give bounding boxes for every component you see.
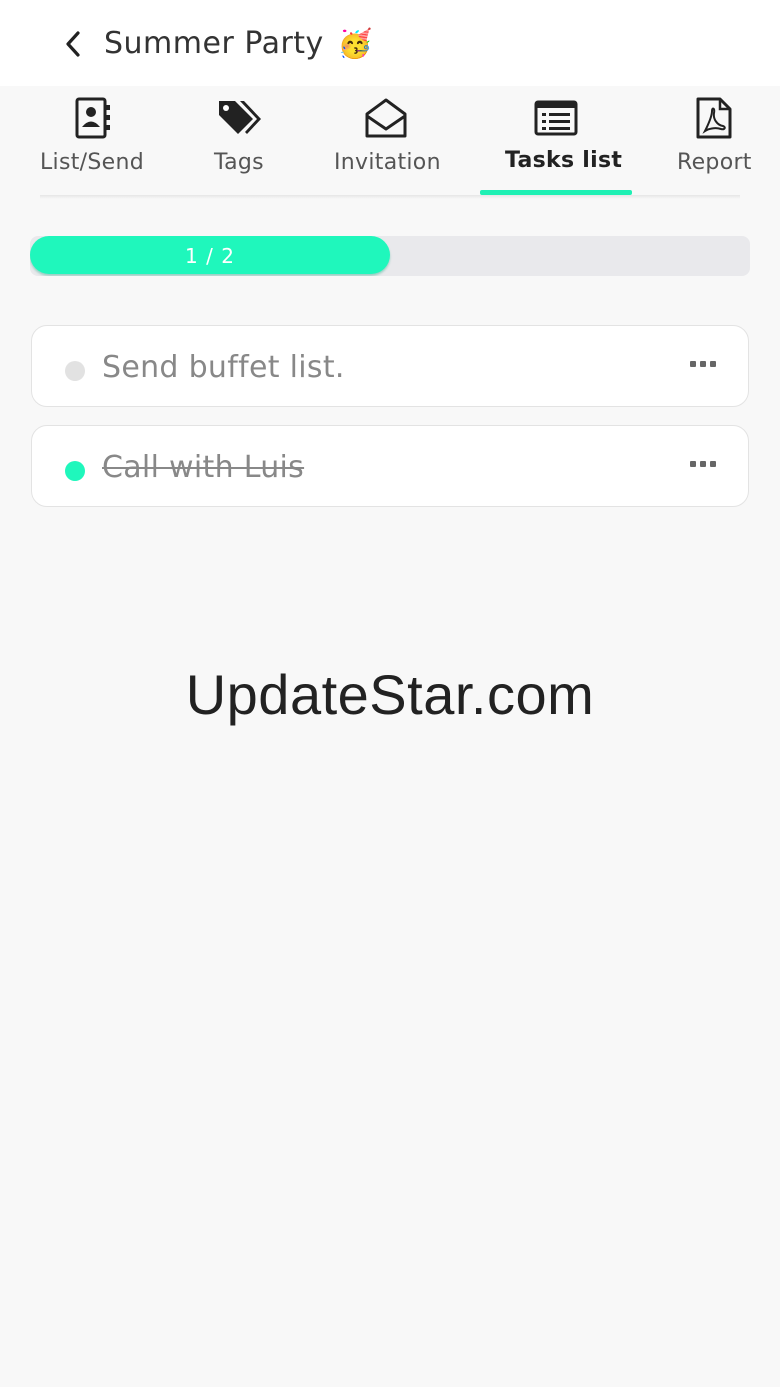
tab-label: Tags [214,150,264,175]
more-dot [690,461,696,467]
more-dot [700,461,706,467]
more-dot [690,361,696,367]
tab-label: Report [677,150,752,175]
watermark-text: UpdateStar.com [185,663,595,726]
tab-tags[interactable]: Tags [204,86,276,196]
more-options-button[interactable] [690,354,716,374]
task-status-dot[interactable] [65,361,85,381]
back-button[interactable] [56,26,90,62]
more-dot [710,461,716,467]
tags-icon [216,96,264,140]
task-text: Call with Luis [102,450,305,485]
task-item[interactable]: Send buffet list. [31,325,749,407]
more-options-button[interactable] [690,454,716,474]
tab-bar: List/Send Tags Invitation Tasks list Rep… [0,86,780,196]
task-text: Send buffet list. [102,350,345,385]
task-list-icon [532,96,580,140]
tab-tasks-list[interactable]: Tasks list [480,86,632,196]
progress-text: 1 / 2 [185,244,235,268]
party-face-emoji: 🥳 [337,27,374,60]
more-dot [700,361,706,367]
pdf-report-icon [690,96,738,140]
page-title: Summer Party 🥳 [104,22,373,66]
envelope-open-icon [362,96,410,140]
tab-label: List/Send [40,150,144,175]
tab-label: Invitation [334,150,441,175]
app-header: Summer Party 🥳 [0,0,780,86]
page-title-text: Summer Party [104,26,324,61]
contacts-book-icon [69,96,117,140]
task-item[interactable]: Call with Luis [31,425,749,507]
tab-list-send[interactable]: List/Send [38,86,148,196]
tab-label: Tasks list [505,148,623,173]
task-status-dot[interactable] [65,461,85,481]
more-dot [710,361,716,367]
tasks-progress-bar: 1 / 2 [30,236,750,276]
tab-report[interactable]: Report [676,86,754,196]
tab-bar-shadow [40,195,740,199]
chevron-left-icon [66,31,80,57]
tab-invitation[interactable]: Invitation [334,86,441,196]
